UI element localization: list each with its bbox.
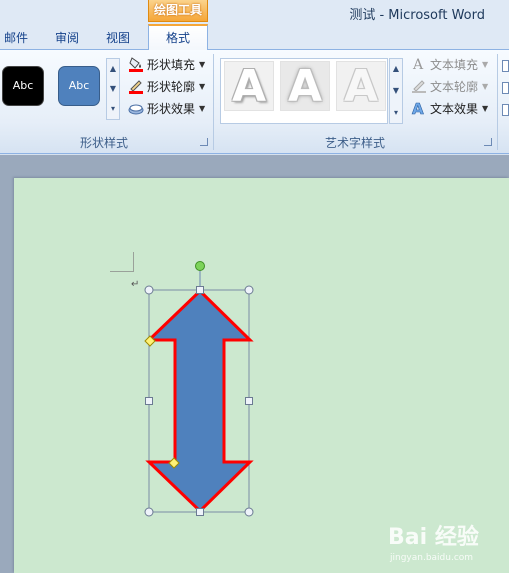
group-divider (497, 54, 498, 150)
scroll-down-icon[interactable]: ▼ (107, 79, 119, 99)
wordart-more-icon[interactable]: ▾ (390, 103, 402, 123)
paragraph-mark-icon: ↵ (131, 279, 140, 290)
next-group-icon[interactable] (502, 104, 509, 116)
tab-view[interactable]: 视图 (106, 29, 130, 46)
ribbon-tabs: 邮件 审阅 视图 (0, 24, 509, 50)
baidu-jingyan-watermark: Bai 经验 jingyan.baidu.com (388, 515, 503, 570)
svg-text:A: A (412, 100, 424, 116)
text-outline-button[interactable]: 文本轮廓 ▼ (411, 76, 488, 96)
document-page[interactable] (14, 178, 509, 573)
gallery-more-icon[interactable]: ▾ (107, 99, 119, 119)
drawing-tools-context-header: 绘图工具 (148, 0, 208, 22)
resize-handle-n[interactable] (196, 286, 204, 294)
shape-fill-button[interactable]: 形状填充 ▼ (128, 54, 205, 74)
shape-styles-dialog-launcher-icon[interactable] (200, 138, 208, 146)
wordart-style-2[interactable]: A (280, 61, 330, 112)
wordart-gallery-scroll[interactable]: ▲ ▼ ▾ (389, 58, 403, 124)
up-down-arrow-shape[interactable] (140, 258, 260, 520)
paint-bucket-icon (128, 56, 144, 72)
wordart-style-3[interactable]: A (336, 61, 386, 112)
scroll-up-icon[interactable]: ▲ (107, 59, 119, 79)
ribbon-panel: Abc Abc ▲ ▼ ▾ 形状填充 ▼ 形状轮廓 ▼ 形状效果 ▼ 形状样式 A A… (0, 50, 509, 154)
rotation-handle[interactable] (195, 261, 205, 271)
shape-style-blue[interactable]: Abc (58, 66, 100, 106)
watermark-url: jingyan.baidu.com (390, 553, 474, 563)
tab-review[interactable]: 审阅 (55, 29, 79, 46)
text-outline-icon (411, 78, 427, 94)
resize-handle-e[interactable] (245, 397, 253, 405)
arrow-body[interactable] (145, 288, 254, 514)
resize-handle-nw[interactable] (144, 285, 154, 295)
margin-corner-mark (110, 252, 134, 272)
shape-effects-button[interactable]: 形状效果 ▼ (128, 98, 205, 118)
text-effects-button[interactable]: A 文本效果 ▼ (411, 98, 488, 119)
resize-handle-sw[interactable] (144, 507, 154, 517)
shape-styles-group-label: 形状样式 (79, 136, 128, 150)
shape-style-gallery-scroll[interactable]: ▲ ▼ ▾ (106, 58, 120, 120)
wordart-scroll-down-icon[interactable]: ▼ (390, 81, 402, 101)
watermark-logo: Bai 经验 (388, 525, 479, 550)
wordart-style-1[interactable]: A (224, 61, 274, 112)
resize-handle-se[interactable] (244, 507, 254, 517)
next-group-icon[interactable] (502, 60, 509, 72)
shape-outline-button[interactable]: 形状轮廓 ▼ (128, 76, 205, 96)
tab-format[interactable]: 格式 (148, 24, 208, 51)
tab-mailings[interactable]: 邮件 (4, 29, 28, 46)
text-effects-icon: A (411, 100, 427, 119)
text-fill-button[interactable]: A 文本填充 ▼ (411, 54, 488, 74)
pen-outline-icon (128, 78, 144, 94)
text-fill-icon: A (411, 56, 427, 73)
title-bar: 绘图工具 测试 - Microsoft Word (0, 0, 509, 24)
svg-text:A: A (412, 57, 424, 72)
resize-handle-s[interactable] (196, 508, 204, 516)
wordart-scroll-up-icon[interactable]: ▲ (390, 59, 402, 79)
wordart-styles-group-label: 艺术字样式 (324, 136, 385, 150)
window-title: 测试 - Microsoft Word (349, 8, 485, 23)
wordart-styles-dialog-launcher-icon[interactable] (484, 138, 492, 146)
shape-style-black[interactable]: Abc (2, 66, 44, 106)
resize-handle-ne[interactable] (244, 285, 254, 295)
shape-effects-icon (128, 100, 144, 116)
next-group-icon[interactable] (502, 82, 509, 94)
resize-handle-w[interactable] (145, 397, 153, 405)
